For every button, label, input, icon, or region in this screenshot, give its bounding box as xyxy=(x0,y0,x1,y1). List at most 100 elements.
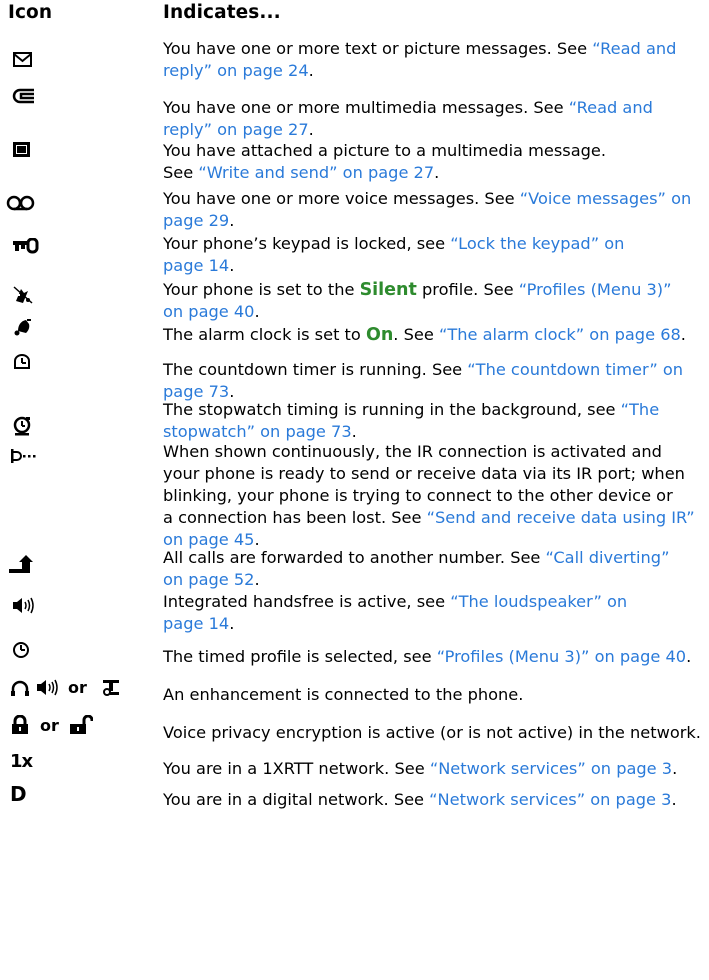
description-text: your phone is ready to send or receive d… xyxy=(163,464,685,483)
description-text: The timed profile is selected, see xyxy=(163,647,437,666)
cross-reference-link[interactable]: “Profiles (Menu 3)” xyxy=(519,280,672,299)
or-separator: or xyxy=(40,715,59,735)
cross-reference-link[interactable]: “Profiles (Menu 3)” on page 40 xyxy=(437,647,686,666)
cross-reference-link[interactable]: “The loudspeaker” on xyxy=(450,592,627,611)
cross-reference-link[interactable]: “The countdown timer” on xyxy=(467,360,683,379)
description-text: . xyxy=(671,790,677,809)
description-line: page 14. xyxy=(163,613,703,635)
icon-description: You are in a 1XRTT network. See “Network… xyxy=(163,758,703,780)
description-text: . xyxy=(308,61,314,80)
description-line: Integrated handsfree is active, see “The… xyxy=(163,591,703,613)
cross-reference-link[interactable]: “Read and xyxy=(592,39,676,58)
description-text: You have attached a picture to a multime… xyxy=(163,141,607,160)
icon-table-row: or An enhancement is connected to the pho… xyxy=(0,678,709,710)
cross-reference-link[interactable]: “Call diverting” xyxy=(546,548,670,567)
icon-table-row: The alarm clock is set to On. See “The a… xyxy=(0,319,709,350)
icon-description: The countdown timer is running. See “The… xyxy=(163,359,703,403)
icon-table-row: You have one or more voice messages. See… xyxy=(0,188,709,236)
icon-description: You have attached a picture to a multime… xyxy=(163,140,703,184)
indicates-column-header: Indicates... xyxy=(163,2,281,23)
description-line: You are in a digital network. See “Netwo… xyxy=(163,789,703,811)
cross-reference-link[interactable]: on page 52 xyxy=(163,570,254,589)
description-text: . xyxy=(434,163,440,182)
silent-profile-icon xyxy=(12,285,34,305)
description-line: The alarm clock is set to On. See “The a… xyxy=(163,324,703,346)
digital-network-icon: D xyxy=(10,782,27,806)
description-text: . xyxy=(229,211,235,230)
description-text: The stopwatch timing is running in the b… xyxy=(163,400,621,419)
cross-reference-link[interactable]: “Write and send” on page 27 xyxy=(198,163,434,182)
description-text: Your phone’s keypad is locked, see xyxy=(163,234,451,253)
lock-closed-icon xyxy=(12,715,28,734)
description-text: The alarm clock is set to xyxy=(163,325,366,344)
or-separator: or xyxy=(68,678,87,697)
cross-reference-link[interactable]: “Lock the keypad” on xyxy=(450,234,624,253)
icon-table-row: When shown continuously, the IR connecti… xyxy=(0,441,709,555)
icon-table-row: 1x You are in a 1XRTT network. See “Netwo… xyxy=(0,751,709,784)
cross-reference-link[interactable]: page 29 xyxy=(163,211,229,230)
description-text: The countdown timer is running. See xyxy=(163,360,468,379)
setting-name: Silent xyxy=(359,280,417,300)
description-line: page 14. xyxy=(163,255,703,277)
loudspeaker-icon xyxy=(37,679,58,695)
cross-reference-link[interactable]: “Network services” on page 3 xyxy=(429,790,671,809)
icon-description: When shown continuously, the IR connecti… xyxy=(163,441,703,551)
1xrtt-glyph: 1x xyxy=(10,751,33,772)
description-text: You are in a 1XRTT network. See xyxy=(163,759,430,778)
description-line: The countdown timer is running. See “The… xyxy=(163,359,703,381)
icon-description: You have one or more multimedia messages… xyxy=(163,97,703,141)
cross-reference-link[interactable]: on page 40 xyxy=(163,302,254,321)
cross-reference-link[interactable]: page 14 xyxy=(163,256,229,275)
description-text: You have one or more text or picture mes… xyxy=(163,39,593,58)
icon-description: You are in a digital network. See “Netwo… xyxy=(163,789,703,811)
description-text: You have one or more multimedia messages… xyxy=(163,98,569,117)
cross-reference-link[interactable]: reply” on page 24 xyxy=(163,61,309,80)
call-forward-icon xyxy=(8,554,36,576)
icon-description: Your phone is set to the Silent profile.… xyxy=(163,279,703,323)
description-text: Your phone is set to the xyxy=(163,280,360,299)
description-line: Voice privacy encryption is active (or i… xyxy=(163,722,703,744)
cross-reference-link[interactable]: “Voice messages” on xyxy=(520,189,692,208)
description-text: . xyxy=(229,256,235,275)
cross-reference-link[interactable]: “The alarm clock” on page 68 xyxy=(439,325,681,344)
picture-attached-icon xyxy=(12,141,32,159)
lock-open-icon xyxy=(69,715,93,734)
cross-reference-link[interactable]: stopwatch” on page 73 xyxy=(163,422,352,441)
description-text: You have one or more voice messages. See xyxy=(163,189,520,208)
description-line: You have one or more voice messages. See… xyxy=(163,188,703,210)
description-line: When shown continuously, the IR connecti… xyxy=(163,441,703,463)
1xrtt-network-icon: 1x xyxy=(10,751,33,772)
description-line: on page 40. xyxy=(163,301,703,323)
description-line: The stopwatch timing is running in the b… xyxy=(163,399,703,421)
icon-description: All calls are forwarded to another numbe… xyxy=(163,547,703,591)
icon-description: Integrated handsfree is active, see “The… xyxy=(163,591,703,635)
icon-table-row: Your phone’s keypad is locked, see “Lock… xyxy=(0,233,709,281)
description-line: on page 52. xyxy=(163,569,703,591)
description-text: Voice privacy encryption is active (or i… xyxy=(163,723,701,742)
icon-description: The timed profile is selected, see “Prof… xyxy=(163,646,703,668)
description-line: stopwatch” on page 73. xyxy=(163,421,703,443)
description-line: You have attached a picture to a multime… xyxy=(163,140,703,162)
icon-table-row: The timed profile is selected, see “Prof… xyxy=(0,642,709,672)
setting-name: On xyxy=(365,325,394,345)
cross-reference-link[interactable]: “Send and receive data using IR” xyxy=(427,508,695,527)
icon-description: Voice privacy encryption is active (or i… xyxy=(163,722,703,744)
cross-reference-link[interactable]: “Read and xyxy=(569,98,653,117)
cross-reference-link[interactable]: “Network services” on page 3 xyxy=(430,759,672,778)
description-text: profile. See xyxy=(416,280,519,299)
description-line: Your phone’s keypad is locked, see “Lock… xyxy=(163,233,703,255)
description-line: You have one or more multimedia messages… xyxy=(163,97,703,119)
description-text: . xyxy=(308,120,314,139)
cross-reference-link[interactable]: reply” on page 27 xyxy=(163,120,309,139)
description-text: . xyxy=(254,570,260,589)
description-text: When shown continuously, the IR connecti… xyxy=(163,442,662,461)
timed-profile-icon xyxy=(12,641,30,659)
digital-glyph: D xyxy=(10,782,27,806)
icon-column-header: Icon xyxy=(8,2,53,23)
ir-connection-icon xyxy=(10,448,38,464)
cross-reference-link[interactable]: “The xyxy=(621,400,660,419)
description-text: . See xyxy=(393,325,439,344)
icon-table-row: Integrated handsfree is active, see “The… xyxy=(0,591,709,639)
description-line: reply” on page 27. xyxy=(163,119,703,141)
cross-reference-link[interactable]: page 14 xyxy=(163,614,229,633)
